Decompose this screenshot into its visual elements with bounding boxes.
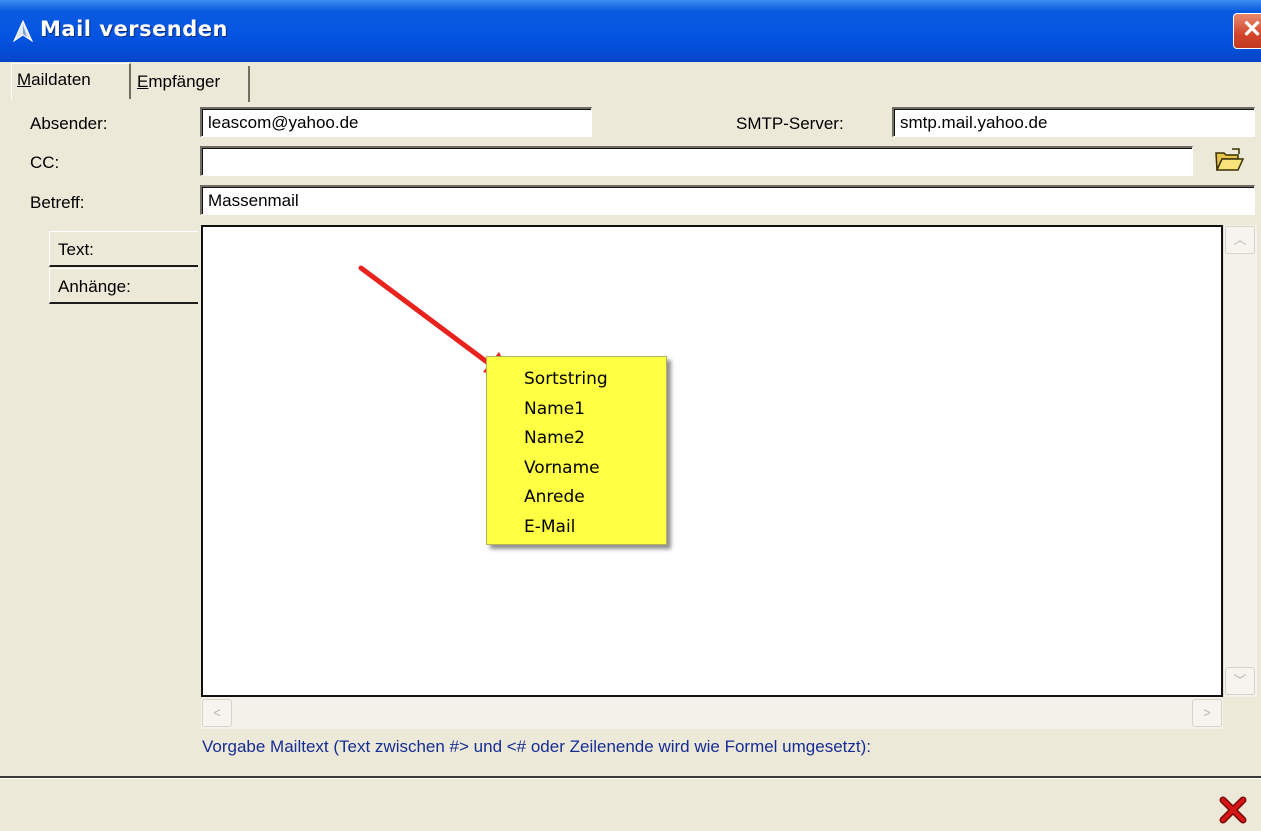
close-button[interactable]: ✕ — [1233, 13, 1261, 49]
cancel-icon[interactable] — [1219, 796, 1247, 824]
cc-label: CC: — [30, 153, 60, 172]
title-bar[interactable]: Mail versenden ✕ — [0, 0, 1261, 62]
mailtext-hint: Vorgabe Mailtext (Text zwischen #> und <… — [202, 737, 871, 756]
tab-maildaten-label: aildaten — [31, 70, 91, 89]
absender-field[interactable]: leascom@yahoo.de — [200, 107, 592, 137]
scroll-left-icon[interactable]: < — [202, 699, 232, 727]
betreff-field[interactable]: Massenmail — [200, 185, 1255, 215]
tab-maildaten-accel: M — [17, 70, 32, 89]
vertical-scrollbar[interactable]: ︿ ﹀ — [1223, 225, 1257, 697]
window-title: Mail versenden — [40, 17, 228, 41]
bottom-divider — [0, 776, 1261, 779]
betreff-label: Betreff: — [30, 193, 85, 212]
popup-item-name1[interactable]: Name1 — [524, 399, 585, 419]
popup-item-anrede[interactable]: Anrede — [524, 487, 585, 507]
popup-item-email[interactable]: E-Mail — [524, 517, 575, 537]
popup-item-sortstring[interactable]: Sortstring — [524, 369, 608, 389]
open-folder-icon[interactable] — [1214, 147, 1244, 173]
absender-label: Absender: — [30, 114, 108, 133]
scroll-right-icon[interactable]: > — [1192, 699, 1222, 727]
side-tab-anhaenge[interactable]: Anhänge: — [49, 268, 198, 304]
close-icon: ✕ — [1242, 16, 1261, 43]
tab-empfaenger-accel: E — [137, 72, 149, 91]
app-icon — [13, 20, 33, 42]
tab-maildaten[interactable]: Maildaten — [11, 63, 131, 99]
popup-item-vorname[interactable]: Vorname — [524, 458, 600, 478]
popup-item-name2[interactable]: Name2 — [524, 428, 585, 448]
tab-empfaenger-label: mpfänger — [148, 72, 221, 91]
field-popup-menu: Sortstring Name1 Name2 Vorname Anrede E-… — [486, 356, 667, 545]
tab-empfaenger[interactable]: Empfänger — [132, 66, 250, 102]
scroll-down-icon[interactable]: ﹀ — [1225, 667, 1255, 695]
smtp-server-field[interactable]: smtp.mail.yahoo.de — [892, 107, 1255, 137]
side-tab-text[interactable]: Text: — [49, 231, 198, 267]
smtp-server-label: SMTP-Server: — [736, 114, 844, 133]
scroll-up-icon[interactable]: ︿ — [1225, 226, 1255, 254]
cc-field[interactable] — [200, 146, 1193, 176]
horizontal-scrollbar[interactable]: < > — [201, 697, 1223, 729]
